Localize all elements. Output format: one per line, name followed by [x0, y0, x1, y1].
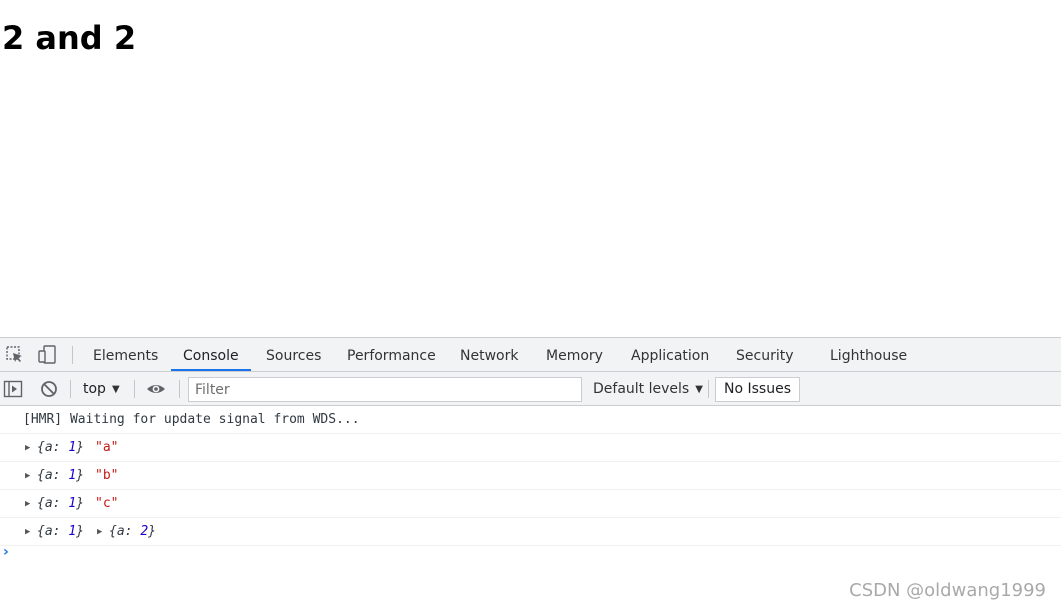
- inspect-element-icon[interactable]: [5, 345, 25, 365]
- string-value: "b": [95, 468, 119, 483]
- tab-security[interactable]: Security: [736, 338, 794, 371]
- object-value: 1: [68, 468, 77, 483]
- clear-console-icon[interactable]: [39, 379, 59, 399]
- console-message: [HMR] Waiting for update signal from WDS…: [0, 406, 1061, 434]
- filter-input[interactable]: [188, 377, 582, 402]
- devtools-tabbar: Elements Console Sources Performance Net…: [0, 338, 1061, 372]
- log-levels-label: Default levels: [593, 381, 690, 397]
- toolbar-divider: [70, 380, 71, 398]
- object-preview[interactable]: {a: 1}: [37, 518, 84, 546]
- object-key: a: [44, 468, 53, 483]
- object-preview[interactable]: {a: 1}: [37, 434, 84, 462]
- toolbar-divider: [708, 380, 709, 398]
- object-key: a: [44, 440, 53, 455]
- expand-triangle-icon[interactable]: ▶: [25, 518, 30, 546]
- toolbar-divider: [179, 380, 180, 398]
- page-heading: 2 and 2: [2, 19, 137, 57]
- object-preview[interactable]: {a: 1}: [37, 462, 84, 490]
- expand-triangle-icon[interactable]: ▶: [25, 490, 30, 518]
- tab-application[interactable]: Application: [631, 338, 709, 371]
- object-value: 2: [140, 524, 149, 539]
- object-key: a: [44, 524, 53, 539]
- expand-triangle-icon[interactable]: ▶: [97, 518, 102, 546]
- console-messages: [HMR] Waiting for update signal from WDS…: [0, 406, 1061, 546]
- object-value: 1: [68, 496, 77, 511]
- console-toolbar: top ▼ Default levels ▼ No Issues: [0, 372, 1061, 406]
- console-prompt-chevron-icon[interactable]: ›: [3, 544, 9, 560]
- object-preview[interactable]: {a: 2}: [109, 518, 156, 546]
- toolbar-divider: [134, 380, 135, 398]
- tab-network[interactable]: Network: [460, 338, 518, 371]
- object-key: a: [44, 496, 53, 511]
- live-expression-eye-icon[interactable]: [146, 379, 166, 399]
- context-selector[interactable]: top ▼: [83, 372, 120, 406]
- object-preview[interactable]: {a: 1}: [37, 490, 84, 518]
- log-levels-dropdown[interactable]: Default levels ▼: [593, 372, 703, 406]
- tab-lighthouse[interactable]: Lighthouse: [830, 338, 907, 371]
- tab-sources[interactable]: Sources: [266, 338, 321, 371]
- device-toolbar-icon[interactable]: [37, 345, 57, 365]
- devtools-panel: Elements Console Sources Performance Net…: [0, 337, 1061, 615]
- dropdown-caret-icon: ▼: [695, 384, 703, 395]
- tab-elements[interactable]: Elements: [93, 338, 158, 371]
- tab-console[interactable]: Console: [171, 338, 251, 371]
- tab-memory[interactable]: Memory: [546, 338, 603, 371]
- watermark: CSDN @oldwang1999: [849, 580, 1046, 601]
- console-message: ▶ {a: 1} "a": [0, 434, 1061, 462]
- console-message: ▶ {a: 1} "c": [0, 490, 1061, 518]
- hmr-message: [HMR] Waiting for update signal from WDS…: [23, 412, 360, 427]
- expand-triangle-icon[interactable]: ▶: [25, 434, 30, 462]
- sidebar-toggle-icon[interactable]: [3, 379, 23, 399]
- tabbar-divider: [72, 346, 73, 364]
- tab-performance[interactable]: Performance: [347, 338, 436, 371]
- issues-button[interactable]: No Issues: [715, 377, 800, 402]
- console-message: ▶ {a: 1} ▶ {a: 2}: [0, 518, 1061, 546]
- expand-triangle-icon[interactable]: ▶: [25, 462, 30, 490]
- dropdown-caret-icon: ▼: [111, 384, 120, 395]
- object-value: 1: [68, 440, 77, 455]
- context-label: top: [83, 381, 106, 397]
- object-key: a: [116, 524, 125, 539]
- string-value: "a": [95, 440, 119, 455]
- object-value: 1: [68, 524, 77, 539]
- string-value: "c": [95, 496, 119, 511]
- console-message: ▶ {a: 1} "b": [0, 462, 1061, 490]
